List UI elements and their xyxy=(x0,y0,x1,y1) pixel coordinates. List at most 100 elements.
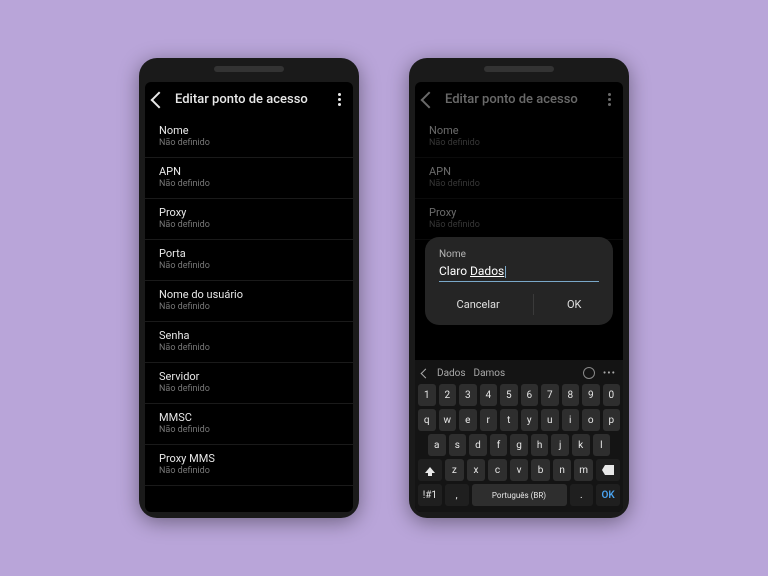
settings-item[interactable]: ProxyNão definido xyxy=(145,199,353,240)
settings-item[interactable]: MMSCNão definido xyxy=(145,404,353,445)
backspace-key[interactable] xyxy=(596,459,620,481)
suggestion-word[interactable]: Damos xyxy=(474,368,506,379)
phone-right: Editar ponto de acesso NomeNão definidoA… xyxy=(409,58,629,518)
page-title: Editar ponto de acesso xyxy=(175,92,324,107)
keyboard-key[interactable]: r xyxy=(480,409,498,431)
item-title: Proxy xyxy=(429,206,609,220)
on-screen-keyboard: Dados Damos ••• 1234567890 qwertyuiop as… xyxy=(415,360,623,512)
settings-item[interactable]: Proxy MMSNão definido xyxy=(145,445,353,486)
keyboard-key[interactable]: s xyxy=(449,434,467,456)
item-subtitle: Não definido xyxy=(159,302,339,314)
back-icon[interactable] xyxy=(421,91,438,108)
keyboard-key[interactable]: m xyxy=(574,459,593,481)
keyboard-key[interactable]: g xyxy=(510,434,528,456)
keyboard-key[interactable]: f xyxy=(490,434,508,456)
settings-item[interactable]: NomeNão definido xyxy=(145,117,353,158)
item-title: Porta xyxy=(159,247,339,261)
keyboard-key[interactable]: l xyxy=(593,434,611,456)
more-icon[interactable]: ••• xyxy=(603,368,616,379)
keyboard-key[interactable]: 6 xyxy=(521,384,539,406)
gear-icon[interactable] xyxy=(583,367,595,379)
keyboard-key[interactable]: 7 xyxy=(541,384,559,406)
keyboard-key[interactable]: j xyxy=(551,434,569,456)
keyboard-key[interactable]: u xyxy=(541,409,559,431)
item-subtitle: Não definido xyxy=(159,220,339,232)
item-title: Senha xyxy=(159,329,339,343)
item-subtitle: Não definido xyxy=(429,138,609,150)
cancel-button[interactable]: Cancelar xyxy=(447,294,510,315)
keyboard-key[interactable]: d xyxy=(469,434,487,456)
keyboard-ok-key[interactable]: OK xyxy=(596,484,620,506)
keyboard-key[interactable]: t xyxy=(500,409,518,431)
item-title: Servidor xyxy=(159,370,339,384)
keyboard-key[interactable]: 2 xyxy=(439,384,457,406)
back-icon[interactable] xyxy=(151,91,168,108)
phone-left: Editar ponto de acesso NomeNão definidoA… xyxy=(139,58,359,518)
keyboard-key[interactable]: x xyxy=(467,459,486,481)
keyboard-key[interactable]: 9 xyxy=(582,384,600,406)
spacebar[interactable]: Português (BR) xyxy=(472,484,567,506)
item-title: APN xyxy=(429,165,609,179)
item-subtitle: Não definido xyxy=(159,261,339,273)
item-subtitle: Não definido xyxy=(159,425,339,437)
dialog-buttons: Cancelar OK xyxy=(439,294,599,315)
screen-right: Editar ponto de acesso NomeNão definidoA… xyxy=(415,82,623,512)
item-subtitle: Não definido xyxy=(159,466,339,478)
dialog-field-label: Nome xyxy=(439,249,599,260)
keyboard-key[interactable]: 5 xyxy=(500,384,518,406)
settings-item: NomeNão definido xyxy=(415,117,623,158)
keyboard-key[interactable]: p xyxy=(603,409,621,431)
screen-left: Editar ponto de acesso NomeNão definidoA… xyxy=(145,82,353,512)
item-title: Nome do usuário xyxy=(159,288,339,302)
suggestion-word[interactable]: Dados xyxy=(437,368,466,379)
item-subtitle: Não definido xyxy=(429,179,609,191)
keyboard-key[interactable]: 0 xyxy=(603,384,621,406)
more-icon[interactable] xyxy=(604,93,615,106)
item-subtitle: Não definido xyxy=(159,138,339,150)
backspace-icon xyxy=(602,465,614,475)
keyboard-key[interactable]: b xyxy=(531,459,550,481)
item-title: MMSC xyxy=(159,411,339,425)
keyboard-key[interactable]: 1 xyxy=(418,384,436,406)
settings-item[interactable]: APNNão definido xyxy=(145,158,353,199)
settings-item: APNNão definido xyxy=(415,158,623,199)
keyboard-key[interactable]: 8 xyxy=(562,384,580,406)
chevron-left-icon[interactable] xyxy=(421,368,431,378)
item-subtitle: Não definido xyxy=(159,343,339,355)
keyboard-key[interactable]: h xyxy=(531,434,549,456)
keyboard-key[interactable]: i xyxy=(562,409,580,431)
comma-key[interactable]: , xyxy=(445,484,469,506)
more-icon[interactable] xyxy=(334,93,345,106)
item-title: APN xyxy=(159,165,339,179)
period-key[interactable]: . xyxy=(570,484,594,506)
shift-key[interactable] xyxy=(418,459,442,481)
keyboard-key[interactable]: 4 xyxy=(480,384,498,406)
settings-item[interactable]: Nome do usuárioNão definido xyxy=(145,281,353,322)
keyboard-key[interactable]: n xyxy=(553,459,572,481)
page-title: Editar ponto de acesso xyxy=(445,92,594,107)
settings-item[interactable]: PortaNão definido xyxy=(145,240,353,281)
keyboard-key[interactable]: y xyxy=(521,409,539,431)
item-title: Proxy MMS xyxy=(159,452,339,466)
button-divider xyxy=(533,294,534,315)
settings-item[interactable]: ServidorNão definido xyxy=(145,363,353,404)
keyboard-key[interactable]: q xyxy=(418,409,436,431)
keyboard-key[interactable]: v xyxy=(510,459,529,481)
item-subtitle: Não definido xyxy=(429,220,609,232)
item-title: Nome xyxy=(429,124,609,138)
shift-icon xyxy=(425,467,435,473)
symbols-key[interactable]: !#1 xyxy=(418,484,442,506)
header: Editar ponto de acesso xyxy=(145,82,353,117)
keyboard-key[interactable]: e xyxy=(459,409,477,431)
keyboard-key[interactable]: w xyxy=(439,409,457,431)
keyboard-key[interactable]: 3 xyxy=(459,384,477,406)
keyboard-key[interactable]: k xyxy=(572,434,590,456)
keyboard-key[interactable]: z xyxy=(445,459,464,481)
keyboard-key[interactable]: c xyxy=(488,459,507,481)
settings-list: NomeNão definidoAPNNão definidoProxyNão … xyxy=(145,117,353,512)
name-input[interactable]: Claro Dados xyxy=(439,264,599,282)
keyboard-key[interactable]: a xyxy=(428,434,446,456)
keyboard-key[interactable]: o xyxy=(582,409,600,431)
settings-item[interactable]: SenhaNão definido xyxy=(145,322,353,363)
ok-button[interactable]: OK xyxy=(557,294,591,315)
